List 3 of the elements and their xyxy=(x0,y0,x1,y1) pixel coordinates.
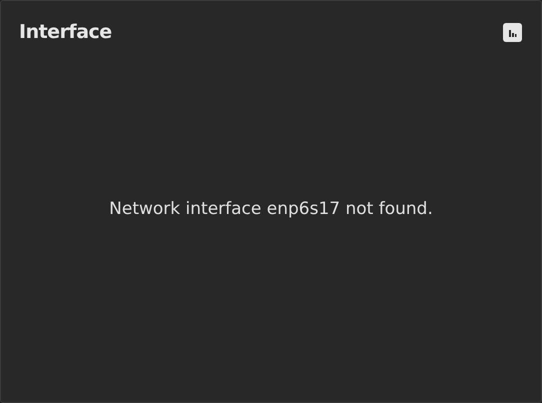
status-message: Network interface enp6s17 not found. xyxy=(109,198,433,220)
bar-chart-icon[interactable] xyxy=(503,22,522,42)
panel-title: Interface xyxy=(19,20,112,45)
